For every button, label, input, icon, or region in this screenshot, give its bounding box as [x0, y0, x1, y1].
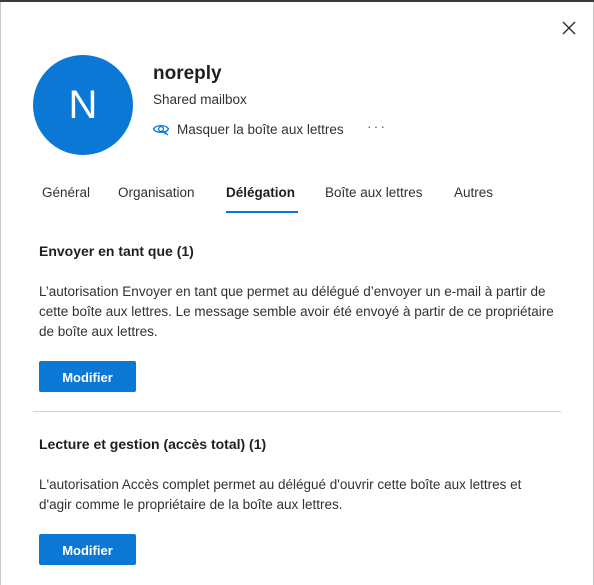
full-access-title: Lecture et gestion (accès total) (1) — [39, 436, 267, 452]
eye-hide-icon — [152, 124, 170, 136]
mailbox-name: noreply — [153, 63, 222, 84]
full-access-edit-button[interactable]: Modifier — [39, 534, 136, 565]
hide-mailbox-label: Masquer la boîte aux lettres — [177, 121, 344, 137]
full-access-description: L'autorisation Accès complet permet au d… — [39, 477, 522, 512]
avatar: N — [33, 55, 133, 155]
close-icon — [562, 21, 576, 35]
section-divider — [33, 411, 561, 412]
close-button[interactable] — [558, 17, 580, 39]
tab-organisation[interactable]: Organisation — [118, 185, 195, 200]
tab-delegation[interactable]: Délégation — [226, 185, 295, 200]
send-as-edit-button[interactable]: Modifier — [39, 361, 136, 392]
mailbox-type: Shared mailbox — [153, 92, 247, 107]
tab-others[interactable]: Autres — [454, 185, 493, 200]
active-tab-indicator — [226, 211, 298, 213]
panel-left-edge — [0, 2, 1, 585]
top-border — [0, 0, 594, 2]
tab-mailbox[interactable]: Boîte aux lettres — [325, 185, 423, 200]
more-options-button[interactable]: ··· — [366, 118, 388, 136]
send-as-description: L’autorisation Envoyer en tant que perme… — [39, 284, 554, 339]
hide-mailbox-button[interactable]: Masquer la boîte aux lettres — [152, 120, 344, 138]
tab-general[interactable]: Général — [42, 185, 90, 200]
send-as-title: Envoyer en tant que (1) — [39, 243, 194, 259]
